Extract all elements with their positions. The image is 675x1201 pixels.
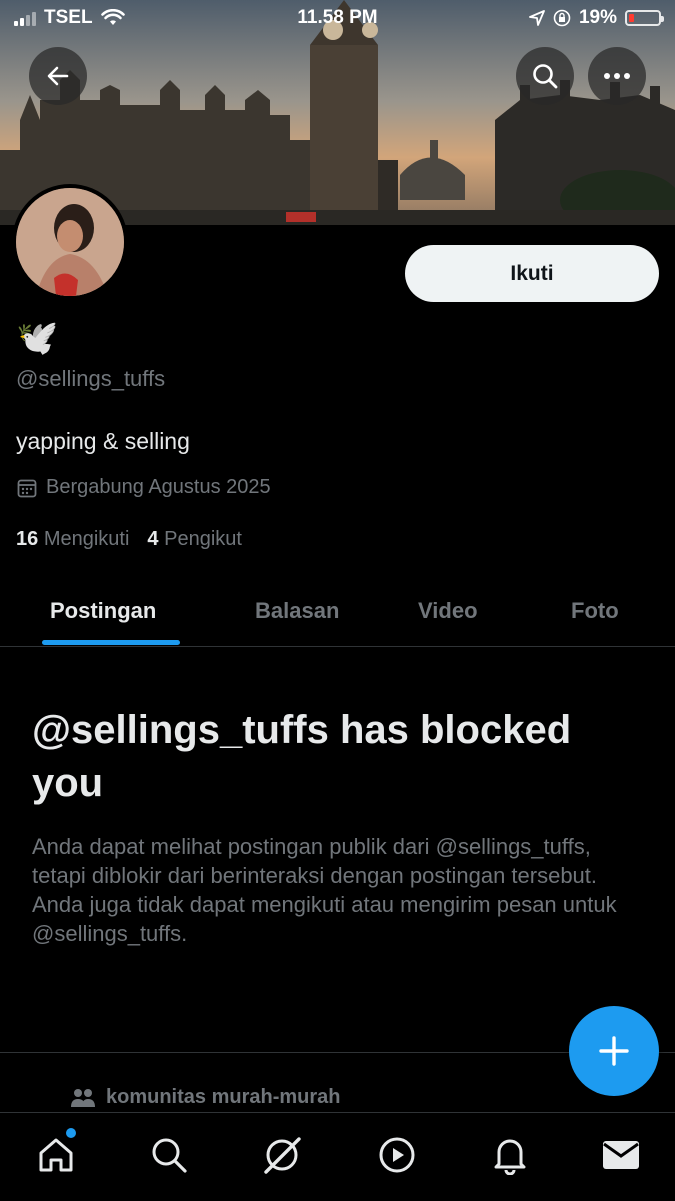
followers-link[interactable]: 4 Pengikut	[147, 528, 242, 551]
nav-grok[interactable]	[260, 1133, 304, 1177]
tab-video[interactable]: Video	[418, 576, 478, 646]
battery-fill	[629, 14, 634, 22]
nav-messages[interactable]	[599, 1133, 643, 1177]
search-button[interactable]	[516, 47, 574, 105]
tab-postingan[interactable]: Postingan	[50, 576, 156, 646]
following-count: 16	[16, 528, 39, 550]
follow-stats: 16 Mengikuti 4 Pengikut	[16, 528, 242, 551]
more-horizontal-icon	[604, 73, 630, 79]
orientation-lock-icon	[553, 9, 571, 27]
following-link[interactable]: 16 Mengikuti	[16, 528, 129, 551]
followers-count: 4	[147, 528, 159, 550]
profile-handle: @sellings_tuffs	[16, 366, 166, 391]
status-bar: TSEL 11.58 PM 19%	[0, 0, 675, 36]
play-icon	[379, 1137, 415, 1173]
status-right: 19%	[529, 7, 664, 29]
nav-home[interactable]	[34, 1133, 78, 1177]
blocked-title: @sellings_tuffs has blocked you	[32, 708, 572, 805]
bottom-nav	[0, 1112, 675, 1201]
blocked-description: Anda dapat melihat postingan publik dari…	[32, 834, 617, 946]
active-tab-indicator	[42, 640, 180, 645]
battery-icon	[625, 10, 664, 26]
joined-date: Bergabung Agustus 2025	[16, 476, 271, 499]
battery-percent: 19%	[578, 7, 617, 28]
compose-button[interactable]	[569, 1006, 659, 1096]
arrow-left-icon	[47, 66, 69, 86]
bell-icon	[494, 1139, 526, 1175]
tab-foto[interactable]: Foto	[571, 576, 619, 646]
back-button[interactable]	[29, 47, 87, 105]
tab-balasan[interactable]: Balasan	[255, 576, 339, 646]
profile-bio: yapping & selling	[16, 428, 190, 454]
followers-label: Pengikut	[164, 528, 242, 550]
avatar-image	[16, 188, 124, 296]
nav-search[interactable]	[147, 1133, 191, 1177]
calendar-icon	[17, 479, 37, 497]
nav-video[interactable]	[375, 1133, 419, 1177]
search-icon	[152, 1138, 187, 1173]
community-icon	[71, 1088, 95, 1107]
community-name: komunitas murah-murah	[106, 1086, 341, 1108]
more-button[interactable]	[588, 47, 646, 105]
search-icon	[533, 64, 558, 89]
avatar[interactable]	[12, 184, 128, 300]
joined-label: Bergabung Agustus 2025	[46, 476, 271, 498]
following-label: Mengikuti	[43, 528, 130, 550]
nav-notifications[interactable]	[488, 1133, 532, 1177]
follow-button[interactable]: Ikuti	[405, 245, 659, 302]
home-notification-dot	[66, 1128, 76, 1138]
plus-icon	[599, 1036, 629, 1066]
location-icon	[529, 10, 545, 26]
grok-icon	[264, 1137, 301, 1174]
community-label[interactable]: komunitas murah-murah	[70, 1086, 340, 1109]
display-name: 🕊️	[16, 319, 59, 357]
profile-tabs: Postingan Balasan Video Foto	[0, 576, 675, 647]
home-icon	[39, 1138, 73, 1172]
mail-icon	[603, 1141, 639, 1169]
